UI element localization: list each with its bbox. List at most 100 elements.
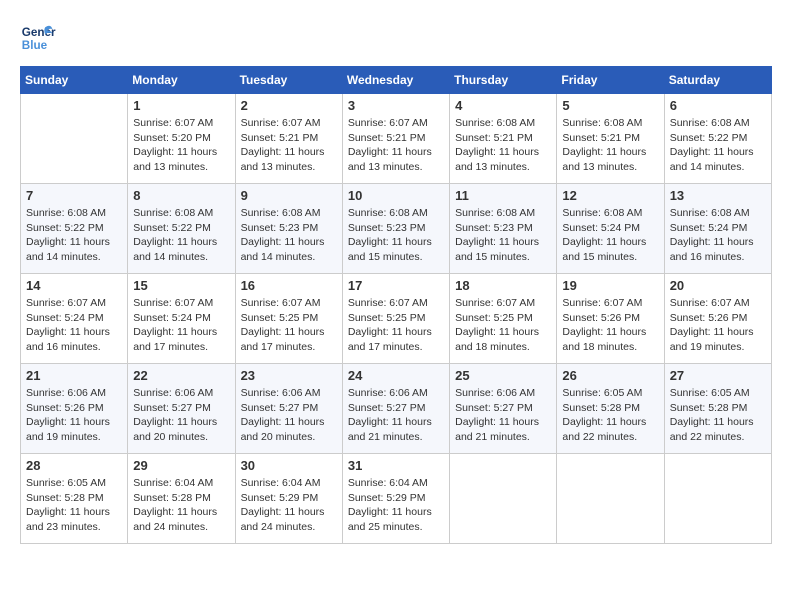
calendar-cell: 11 Sunrise: 6:08 AM Sunset: 5:23 PM Dayli…	[450, 184, 557, 274]
calendar-cell: 23 Sunrise: 6:06 AM Sunset: 5:27 PM Dayli…	[235, 364, 342, 454]
day-number: 30	[241, 458, 337, 473]
calendar-cell: 21Sunrise: 6:06 AM Sunset: 5:26 PM Dayli…	[21, 364, 128, 454]
calendar-cell: 15Sunrise: 6:07 AM Sunset: 5:24 PM Dayli…	[128, 274, 235, 364]
calendar-cell	[450, 454, 557, 544]
day-info: Sunrise: 6:05 AM Sunset: 5:28 PM Dayligh…	[26, 476, 122, 535]
day-number: 7	[26, 188, 122, 203]
weekday-header-monday: Monday	[128, 67, 235, 94]
calendar-cell: 26 Sunrise: 6:05 AM Sunset: 5:28 PM Dayli…	[557, 364, 664, 454]
day-info: Sunrise: 6:08 AM Sunset: 5:21 PM Dayligh…	[562, 116, 658, 175]
day-info: Sunrise: 6:08 AM Sunset: 5:21 PM Dayligh…	[455, 116, 551, 175]
calendar-cell: 8 Sunrise: 6:08 AM Sunset: 5:22 PM Daylig…	[128, 184, 235, 274]
day-info: Sunrise: 6:07 AM Sunset: 5:21 PM Dayligh…	[348, 116, 444, 175]
day-info: Sunrise: 6:06 AM Sunset: 5:27 PM Dayligh…	[241, 386, 337, 445]
day-number: 19	[562, 278, 658, 293]
weekday-header-sunday: Sunday	[21, 67, 128, 94]
page-header: General Blue	[20, 20, 772, 56]
calendar-cell: 10 Sunrise: 6:08 AM Sunset: 5:23 PM Dayli…	[342, 184, 449, 274]
calendar-cell: 25 Sunrise: 6:06 AM Sunset: 5:27 PM Dayli…	[450, 364, 557, 454]
day-number: 13	[670, 188, 766, 203]
day-number: 17	[348, 278, 444, 293]
day-info: Sunrise: 6:07 AM Sunset: 5:20 PM Dayligh…	[133, 116, 229, 175]
calendar-cell: 2Sunrise: 6:07 AM Sunset: 5:21 PM Daylig…	[235, 94, 342, 184]
day-number: 10	[348, 188, 444, 203]
calendar-cell: 5Sunrise: 6:08 AM Sunset: 5:21 PM Daylig…	[557, 94, 664, 184]
calendar-cell: 13 Sunrise: 6:08 AM Sunset: 5:24 PM Dayli…	[664, 184, 771, 274]
day-number: 22	[133, 368, 229, 383]
calendar-week-row: 1 Sunrise: 6:07 AM Sunset: 5:20 PM Daylig…	[21, 94, 772, 184]
day-number: 11	[455, 188, 551, 203]
day-number: 23	[241, 368, 337, 383]
calendar-cell: 28 Sunrise: 6:05 AM Sunset: 5:28 PM Dayli…	[21, 454, 128, 544]
day-info: Sunrise: 6:06 AM Sunset: 5:27 PM Dayligh…	[133, 386, 229, 445]
svg-text:Blue: Blue	[22, 39, 48, 52]
day-info: Sunrise: 6:04 AM Sunset: 5:28 PM Dayligh…	[133, 476, 229, 535]
calendar-cell: 20 Sunrise: 6:07 AM Sunset: 5:26 PM Dayli…	[664, 274, 771, 364]
day-number: 28	[26, 458, 122, 473]
day-number: 24	[348, 368, 444, 383]
day-info: Sunrise: 6:08 AM Sunset: 5:23 PM Dayligh…	[455, 206, 551, 265]
day-info: Sunrise: 6:08 AM Sunset: 5:23 PM Dayligh…	[241, 206, 337, 265]
calendar-cell	[21, 94, 128, 184]
day-info: Sunrise: 6:06 AM Sunset: 5:27 PM Dayligh…	[348, 386, 444, 445]
day-number: 26	[562, 368, 658, 383]
day-number: 6	[670, 98, 766, 113]
day-info: Sunrise: 6:08 AM Sunset: 5:22 PM Dayligh…	[670, 116, 766, 175]
calendar-cell	[664, 454, 771, 544]
calendar-cell: 9Sunrise: 6:08 AM Sunset: 5:23 PM Daylig…	[235, 184, 342, 274]
calendar-cell: 30 Sunrise: 6:04 AM Sunset: 5:29 PM Dayli…	[235, 454, 342, 544]
calendar-cell: 22 Sunrise: 6:06 AM Sunset: 5:27 PM Dayli…	[128, 364, 235, 454]
calendar-cell: 1 Sunrise: 6:07 AM Sunset: 5:20 PM Daylig…	[128, 94, 235, 184]
weekday-header-thursday: Thursday	[450, 67, 557, 94]
day-info: Sunrise: 6:05 AM Sunset: 5:28 PM Dayligh…	[562, 386, 658, 445]
day-info: Sunrise: 6:07 AM Sunset: 5:25 PM Dayligh…	[241, 296, 337, 355]
day-info: Sunrise: 6:08 AM Sunset: 5:22 PM Dayligh…	[26, 206, 122, 265]
day-number: 14	[26, 278, 122, 293]
day-info: Sunrise: 6:08 AM Sunset: 5:22 PM Dayligh…	[133, 206, 229, 265]
calendar-cell: 6 Sunrise: 6:08 AM Sunset: 5:22 PM Daylig…	[664, 94, 771, 184]
calendar-cell: 4 Sunrise: 6:08 AM Sunset: 5:21 PM Daylig…	[450, 94, 557, 184]
day-info: Sunrise: 6:04 AM Sunset: 5:29 PM Dayligh…	[241, 476, 337, 535]
calendar-cell: 29Sunrise: 6:04 AM Sunset: 5:28 PM Dayli…	[128, 454, 235, 544]
day-info: Sunrise: 6:08 AM Sunset: 5:24 PM Dayligh…	[670, 206, 766, 265]
day-info: Sunrise: 6:04 AM Sunset: 5:29 PM Dayligh…	[348, 476, 444, 535]
day-number: 1	[133, 98, 229, 113]
calendar-cell: 19 Sunrise: 6:07 AM Sunset: 5:26 PM Dayli…	[557, 274, 664, 364]
calendar-cell: 14 Sunrise: 6:07 AM Sunset: 5:24 PM Dayli…	[21, 274, 128, 364]
day-info: Sunrise: 6:08 AM Sunset: 5:23 PM Dayligh…	[348, 206, 444, 265]
day-info: Sunrise: 6:07 AM Sunset: 5:25 PM Dayligh…	[348, 296, 444, 355]
calendar-cell: 31 Sunrise: 6:04 AM Sunset: 5:29 PM Dayli…	[342, 454, 449, 544]
calendar-cell: 17 Sunrise: 6:07 AM Sunset: 5:25 PM Dayli…	[342, 274, 449, 364]
day-info: Sunrise: 6:07 AM Sunset: 5:24 PM Dayligh…	[26, 296, 122, 355]
weekday-header-tuesday: Tuesday	[235, 67, 342, 94]
logo-icon: General Blue	[20, 20, 56, 56]
calendar-cell: 7 Sunrise: 6:08 AM Sunset: 5:22 PM Daylig…	[21, 184, 128, 274]
day-number: 21	[26, 368, 122, 383]
calendar-week-row: 28 Sunrise: 6:05 AM Sunset: 5:28 PM Dayli…	[21, 454, 772, 544]
day-info: Sunrise: 6:08 AM Sunset: 5:24 PM Dayligh…	[562, 206, 658, 265]
day-number: 18	[455, 278, 551, 293]
day-info: Sunrise: 6:07 AM Sunset: 5:26 PM Dayligh…	[670, 296, 766, 355]
day-number: 4	[455, 98, 551, 113]
day-number: 12	[562, 188, 658, 203]
day-number: 2	[241, 98, 337, 113]
day-info: Sunrise: 6:07 AM Sunset: 5:26 PM Dayligh…	[562, 296, 658, 355]
day-number: 8	[133, 188, 229, 203]
calendar-cell	[557, 454, 664, 544]
calendar-cell: 16Sunrise: 6:07 AM Sunset: 5:25 PM Dayli…	[235, 274, 342, 364]
calendar-week-row: 14 Sunrise: 6:07 AM Sunset: 5:24 PM Dayli…	[21, 274, 772, 364]
day-number: 31	[348, 458, 444, 473]
day-info: Sunrise: 6:07 AM Sunset: 5:25 PM Dayligh…	[455, 296, 551, 355]
calendar-cell: 27Sunrise: 6:05 AM Sunset: 5:28 PM Dayli…	[664, 364, 771, 454]
calendar-cell: 3Sunrise: 6:07 AM Sunset: 5:21 PM Daylig…	[342, 94, 449, 184]
logo: General Blue	[20, 20, 56, 56]
calendar-cell: 24 Sunrise: 6:06 AM Sunset: 5:27 PM Dayli…	[342, 364, 449, 454]
day-number: 15	[133, 278, 229, 293]
day-info: Sunrise: 6:06 AM Sunset: 5:27 PM Dayligh…	[455, 386, 551, 445]
calendar-table: SundayMondayTuesdayWednesdayThursdayFrid…	[20, 66, 772, 544]
day-number: 25	[455, 368, 551, 383]
day-info: Sunrise: 6:05 AM Sunset: 5:28 PM Dayligh…	[670, 386, 766, 445]
day-number: 20	[670, 278, 766, 293]
weekday-header-saturday: Saturday	[664, 67, 771, 94]
calendar-cell: 18 Sunrise: 6:07 AM Sunset: 5:25 PM Dayli…	[450, 274, 557, 364]
